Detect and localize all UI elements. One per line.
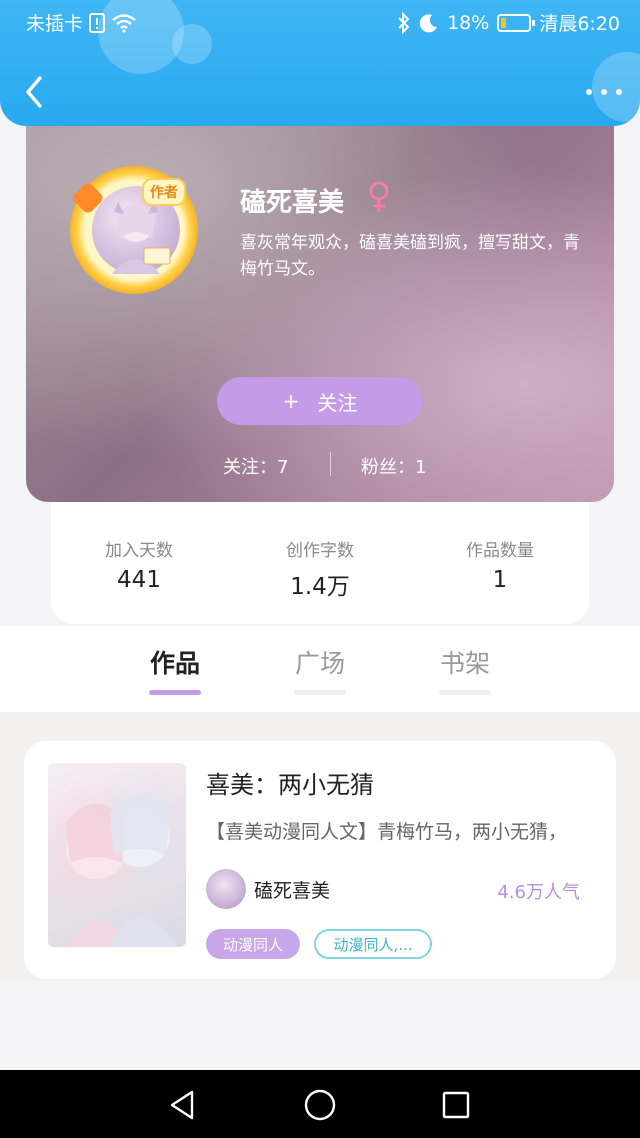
divider <box>330 452 331 476</box>
avatar[interactable]: 作者 <box>70 166 198 294</box>
profile-nickname: 磕死喜美 <box>240 188 345 218</box>
plus-icon: + <box>282 389 300 413</box>
tab-label: 广场 <box>294 649 345 678</box>
tab-bookshelf[interactable]: 书架 <box>425 644 505 695</box>
battery-percent: 18% <box>447 11 490 34</box>
system-nav-bar <box>0 1070 640 1138</box>
stat-value: 1.4万 <box>290 574 350 600</box>
tab-label: 作品 <box>149 649 200 678</box>
work-card[interactable]: 喜美：两小无猜 【喜美动漫同人文】青梅竹马，两小无猜， 磕死喜美 4.6万人气 … <box>24 741 616 979</box>
top-bar: 未插卡 18% 清晨6:20 <box>0 0 640 126</box>
triangle-back-icon <box>170 1090 194 1120</box>
stat-label: 作品数量 <box>466 541 534 561</box>
work-title[interactable]: 喜美：两小无猜 <box>206 765 374 800</box>
more-dots-icon <box>616 89 622 95</box>
stats-card: 加入天数 441 创作字数 1.4万 作品数量 1 <box>51 500 589 624</box>
book-cover[interactable] <box>48 763 186 947</box>
nav-home-button[interactable] <box>303 1088 337 1122</box>
tab-works[interactable]: 作品 <box>135 644 215 695</box>
bluetooth-icon <box>398 11 410 34</box>
fans-count[interactable]: 粉丝：1 <box>361 453 426 479</box>
follow-stats: 关注：7 粉丝：1 <box>26 450 614 480</box>
status-time: 清晨6:20 <box>539 13 620 35</box>
work-description: 【喜美动漫同人文】青梅竹马，两小无猜， <box>206 821 568 843</box>
square-recents-icon <box>442 1091 470 1119</box>
sim-alert-icon <box>89 12 106 33</box>
stat-works-count: 作品数量 1 <box>440 536 560 593</box>
author-avatar <box>206 869 246 909</box>
moon-icon <box>419 13 438 32</box>
circle-home-icon <box>304 1089 336 1121</box>
wifi-icon <box>112 13 136 33</box>
genre-tag[interactable]: 动漫同人,... <box>314 929 432 959</box>
follow-button-label: 关注 <box>317 390 358 415</box>
stat-word-count: 创作字数 1.4万 <box>260 536 380 601</box>
chevron-left-icon <box>26 76 42 108</box>
stat-label: 加入天数 <box>105 541 173 561</box>
work-author[interactable]: 磕死喜美 <box>206 867 330 911</box>
stat-value: 1 <box>492 567 508 593</box>
nav-back-button[interactable] <box>166 1088 200 1122</box>
author-name: 磕死喜美 <box>254 879 331 902</box>
more-button[interactable] <box>586 80 622 104</box>
profile-bio: 喜灰常年观众，磕喜美磕到疯，擅写甜文，青梅竹马文。 <box>240 233 580 279</box>
battery-level <box>501 17 507 28</box>
stat-value: 441 <box>117 567 161 593</box>
genre-tag[interactable]: 动漫同人 <box>206 929 300 959</box>
tab-indicator <box>149 690 201 695</box>
carrier-text: 未插卡 <box>26 13 84 35</box>
profile-card: 作者 磕死喜美 喜灰常年观众，磕喜美磕到疯，擅写甜文，青梅竹马文。 + 关注 关… <box>26 110 614 502</box>
battery-icon <box>497 13 536 32</box>
tab-indicator <box>294 690 346 695</box>
status-bar: 未插卡 18% 清晨6:20 <box>0 0 640 44</box>
tab-bar: 作品 广场 书架 <box>0 626 640 712</box>
tab-indicator <box>439 690 491 695</box>
more-dots-icon <box>601 89 607 95</box>
tab-label: 书架 <box>439 649 490 678</box>
back-button[interactable] <box>20 74 50 110</box>
more-dots-icon <box>586 89 592 95</box>
stat-label: 创作字数 <box>286 541 354 561</box>
tab-plaza[interactable]: 广场 <box>280 644 360 695</box>
nav-recents-button[interactable] <box>439 1088 473 1122</box>
female-icon <box>369 181 389 212</box>
author-badge: 作者 <box>142 178 186 206</box>
cover-illustration <box>66 795 178 947</box>
stat-join-days: 加入天数 441 <box>79 536 199 593</box>
follow-button[interactable]: + 关注 <box>217 377 423 425</box>
following-count[interactable]: 关注：7 <box>223 453 288 479</box>
popularity-count: 4.6万人气 <box>497 882 580 903</box>
